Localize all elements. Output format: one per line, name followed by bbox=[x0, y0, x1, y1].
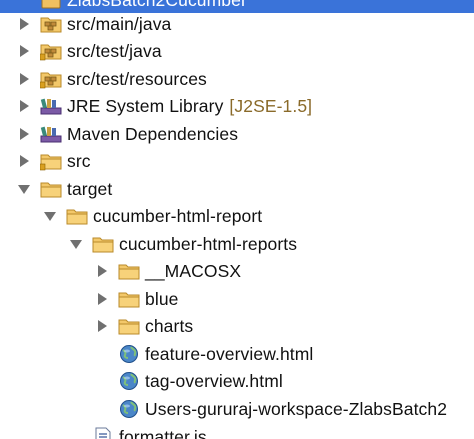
tree-item-users-gururaj-workspace-html[interactable]: Users-gururaj-workspace-ZlabsBatch2 bbox=[0, 396, 474, 422]
tree-item-src-main-java[interactable]: src/main/java bbox=[0, 11, 474, 37]
folder-icon bbox=[118, 289, 140, 309]
folder-icon bbox=[40, 179, 62, 199]
project-explorer-tree: ZlabsBatch2Cucumber src/main/java src/te… bbox=[0, 0, 474, 439]
tree-item-tag-overview-html[interactable]: tag-overview.html bbox=[0, 368, 474, 394]
expand-arrow-icon[interactable] bbox=[96, 292, 108, 306]
html-file-icon bbox=[118, 344, 140, 364]
tree-item-label: __MACOSX bbox=[145, 260, 242, 281]
project-icon bbox=[40, 0, 62, 10]
tree-item-label: src/test/resources bbox=[67, 68, 207, 89]
collapse-arrow-icon[interactable] bbox=[18, 182, 30, 196]
expand-arrow-icon[interactable] bbox=[18, 17, 30, 31]
tree-item-label: tag-overview.html bbox=[145, 370, 283, 391]
expand-arrow-icon[interactable] bbox=[18, 154, 30, 168]
expand-arrow-icon[interactable] bbox=[96, 319, 108, 333]
collapse-arrow-icon[interactable] bbox=[70, 237, 82, 251]
tree-item-charts[interactable]: charts bbox=[0, 313, 474, 339]
expand-arrow-icon[interactable] bbox=[18, 99, 30, 113]
tree-item-maven-dependencies[interactable]: Maven Dependencies bbox=[0, 121, 474, 147]
tree-item-label: formatter.js bbox=[119, 426, 207, 439]
tree-item-label: cucumber-html-reports bbox=[119, 233, 298, 254]
tree-item-jre-system-library[interactable]: JRE System Library [J2SE-1.5] bbox=[0, 93, 474, 119]
folder-icon bbox=[66, 206, 88, 226]
tree-item-label: blue bbox=[145, 288, 179, 309]
tree-item-cucumber-html-reports[interactable]: cucumber-html-reports bbox=[0, 231, 474, 257]
tree-item-label: feature-overview.html bbox=[145, 343, 314, 364]
tree-item-label: charts bbox=[145, 315, 194, 336]
folder-icon bbox=[92, 234, 114, 254]
tree-item-src[interactable]: src bbox=[0, 148, 474, 174]
folder-icon bbox=[40, 151, 62, 171]
expand-arrow-icon[interactable] bbox=[18, 44, 30, 58]
folder-icon bbox=[118, 316, 140, 336]
tree-item-src-test-java[interactable]: src/test/java bbox=[0, 38, 474, 64]
tree-item-formatter-js[interactable]: formatter.js bbox=[0, 424, 474, 439]
tree-item-label: src/test/java bbox=[67, 40, 162, 61]
expand-arrow-icon[interactable] bbox=[18, 72, 30, 86]
tree-item-label: ZlabsBatch2Cucumber bbox=[67, 0, 247, 11]
tree-item-macosx[interactable]: __MACOSX bbox=[0, 258, 474, 284]
tree-item-label: src/main/java bbox=[67, 13, 172, 34]
tree-item-blue[interactable]: blue bbox=[0, 286, 474, 312]
collapse-arrow-icon[interactable] bbox=[44, 209, 56, 223]
expand-arrow-icon[interactable] bbox=[18, 127, 30, 141]
package-folder-icon bbox=[40, 69, 62, 89]
tree-item-label: target bbox=[67, 178, 113, 199]
tree-item-label: JRE System Library bbox=[67, 95, 224, 116]
tree-item-label: Maven Dependencies bbox=[67, 123, 239, 144]
folder-icon bbox=[118, 261, 140, 281]
tree-item-src-test-resources[interactable]: src/test/resources bbox=[0, 66, 474, 92]
html-file-icon bbox=[118, 399, 140, 419]
library-icon bbox=[40, 124, 62, 144]
tree-item-label: src bbox=[67, 150, 91, 171]
tree-item-label: Users-gururaj-workspace-ZlabsBatch2 bbox=[145, 398, 448, 419]
tree-item-cucumber-html-report[interactable]: cucumber-html-report bbox=[0, 203, 474, 229]
js-file-icon bbox=[92, 427, 114, 439]
package-folder-icon bbox=[40, 14, 62, 34]
html-file-icon bbox=[118, 371, 140, 391]
tree-item-feature-overview-html[interactable]: feature-overview.html bbox=[0, 341, 474, 367]
package-folder-icon bbox=[40, 41, 62, 61]
tree-item-label: cucumber-html-report bbox=[93, 205, 263, 226]
expand-arrow-icon[interactable] bbox=[96, 264, 108, 278]
library-icon bbox=[40, 96, 62, 116]
tree-item-target[interactable]: target bbox=[0, 176, 474, 202]
jre-version-decoration: [J2SE-1.5] bbox=[229, 95, 313, 116]
